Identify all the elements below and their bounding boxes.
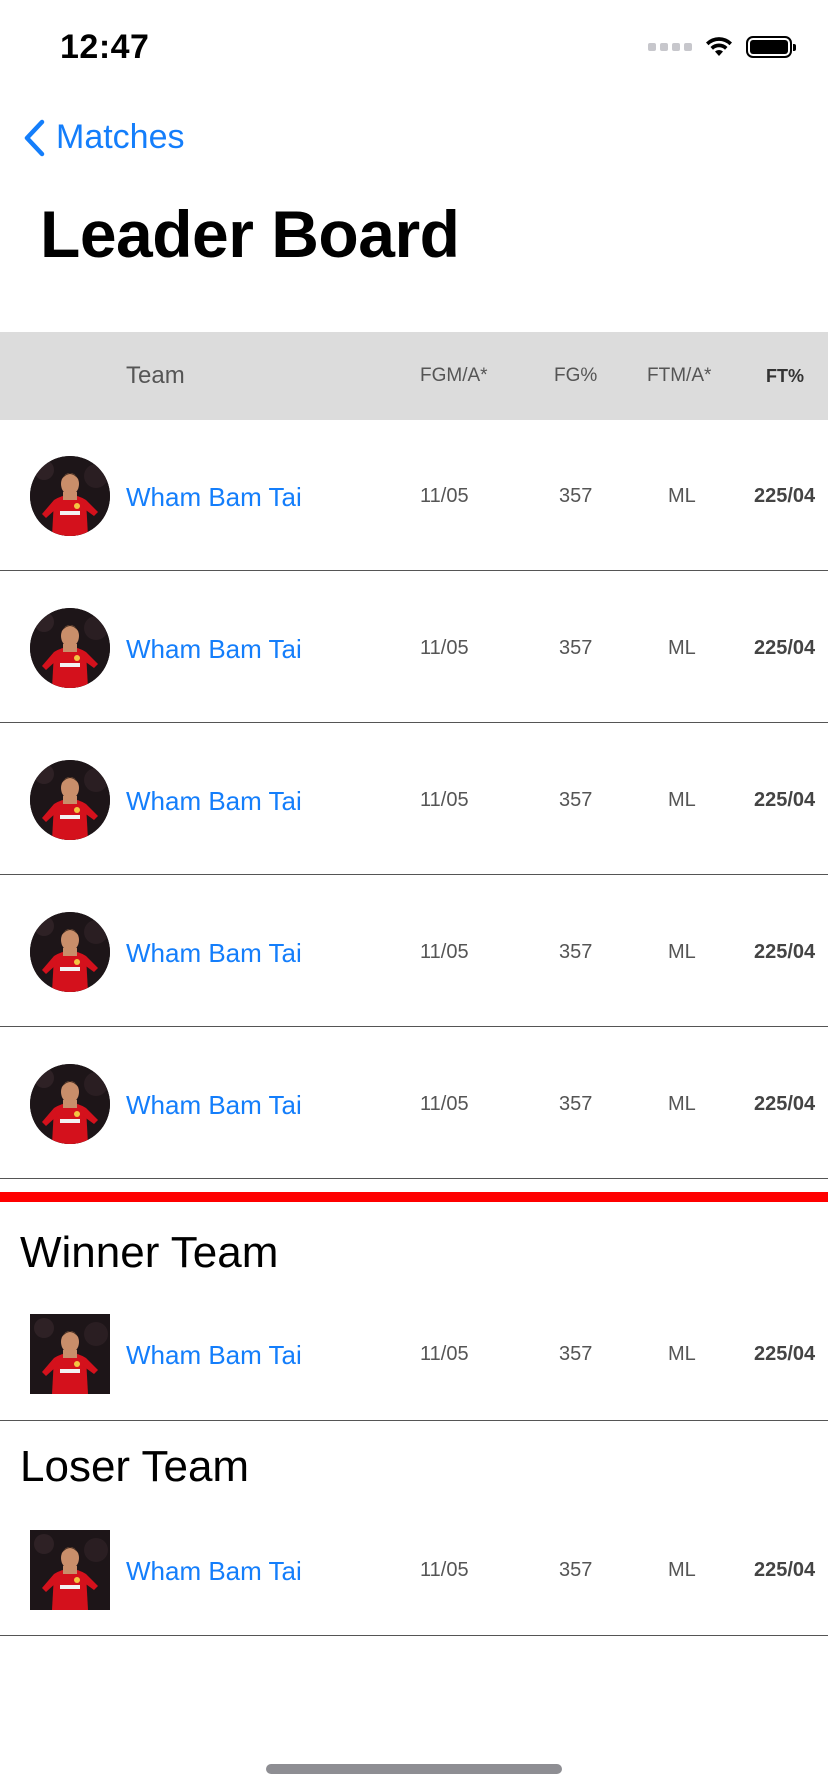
cell-fgp: 357 [559, 637, 593, 659]
avatar [30, 912, 110, 992]
cell-ftp: 225/04 [754, 1559, 816, 1581]
table-row[interactable]: Wham Bam Tai 11/05 357 ML 225/04 [0, 1028, 828, 1179]
avatar [30, 1530, 110, 1610]
avatar [30, 1064, 110, 1144]
cell-fgma: 11/05 [420, 485, 469, 507]
team-name[interactable]: Wham Bam Tai [126, 786, 302, 817]
battery-icon [746, 36, 796, 58]
cell-ftma: ML [668, 789, 696, 811]
winner-team-title: Winner Team [20, 1228, 279, 1277]
cell-fgma: 11/05 [420, 789, 469, 811]
team-name[interactable]: Wham Bam Tai [126, 938, 302, 969]
cell-ftp: 225/04 [754, 941, 816, 963]
cell-fgma: 11/05 [420, 941, 469, 963]
status-bar: 12:47 [0, 0, 828, 100]
avatar [30, 608, 110, 688]
cell-ftma: ML [668, 1559, 696, 1581]
cell-ftp: 225/04 [754, 1093, 816, 1115]
status-time: 12:47 [60, 28, 150, 66]
cell-fgp: 357 [559, 941, 593, 963]
cell-fgp: 357 [559, 1093, 593, 1115]
column-header-team: Team [126, 362, 185, 389]
loser-team-title: Loser Team [20, 1442, 250, 1491]
column-header-ftp: FT% [766, 366, 804, 386]
loser-team-row[interactable]: Wham Bam Tai 11/05 357 ML 225/04 [0, 1510, 828, 1636]
wifi-icon [706, 37, 732, 56]
table-row[interactable]: Wham Bam Tai 11/05 357 ML 225/04 [0, 724, 828, 875]
cell-fgp: 357 [559, 485, 593, 507]
table-row[interactable]: Wham Bam Tai 11/05 357 ML 225/04 [0, 572, 828, 723]
cell-ftp: 225/04 [754, 789, 816, 811]
home-indicator[interactable] [266, 1764, 562, 1774]
section-divider [0, 1192, 828, 1202]
table-row[interactable]: Wham Bam Tai 11/05 357 ML 225/04 [0, 420, 828, 571]
back-button[interactable]: Matches [22, 118, 185, 157]
avatar [30, 760, 110, 840]
cell-ftma: ML [668, 637, 696, 659]
cell-fgp: 357 [559, 1559, 593, 1581]
cellular-signal-icon [648, 43, 692, 51]
cell-ftp: 225/04 [754, 485, 816, 507]
team-name[interactable]: Wham Bam Tai [126, 634, 302, 665]
cell-ftma: ML [668, 1093, 696, 1115]
page-title: Leader Board [40, 197, 460, 271]
status-icons [648, 36, 796, 58]
cell-fgma: 11/05 [420, 1559, 469, 1581]
cell-ftp: 225/04 [754, 1343, 816, 1365]
table-row[interactable]: Wham Bam Tai 11/05 357 ML 225/04 [0, 876, 828, 1027]
cell-ftma: ML [668, 941, 696, 963]
chevron-left-icon [24, 119, 45, 156]
winner-team-row[interactable]: Wham Bam Tai 11/05 357 ML 225/04 [0, 1296, 828, 1421]
team-name[interactable]: Wham Bam Tai [126, 1090, 302, 1121]
column-header-fgma: FGM/A* [420, 365, 488, 386]
cell-fgma: 11/05 [420, 637, 469, 659]
avatar [30, 456, 110, 536]
cell-ftma: ML [668, 1343, 696, 1365]
column-header-fgp: FG% [554, 365, 598, 386]
table-header: Team FGM/A* FG% FTM/A* FT% [0, 332, 828, 420]
column-header-ftma: FTM/A* [647, 365, 712, 386]
back-button-label: Matches [56, 118, 185, 156]
team-name[interactable]: Wham Bam Tai [126, 1556, 302, 1587]
cell-fgp: 357 [559, 789, 593, 811]
avatar [30, 1314, 110, 1394]
cell-ftp: 225/04 [754, 637, 816, 659]
team-name[interactable]: Wham Bam Tai [126, 1340, 302, 1371]
cell-fgp: 357 [559, 1343, 593, 1365]
cell-fgma: 11/05 [420, 1343, 469, 1365]
cell-ftma: ML [668, 485, 696, 507]
team-name[interactable]: Wham Bam Tai [126, 482, 302, 513]
cell-fgma: 11/05 [420, 1093, 469, 1115]
